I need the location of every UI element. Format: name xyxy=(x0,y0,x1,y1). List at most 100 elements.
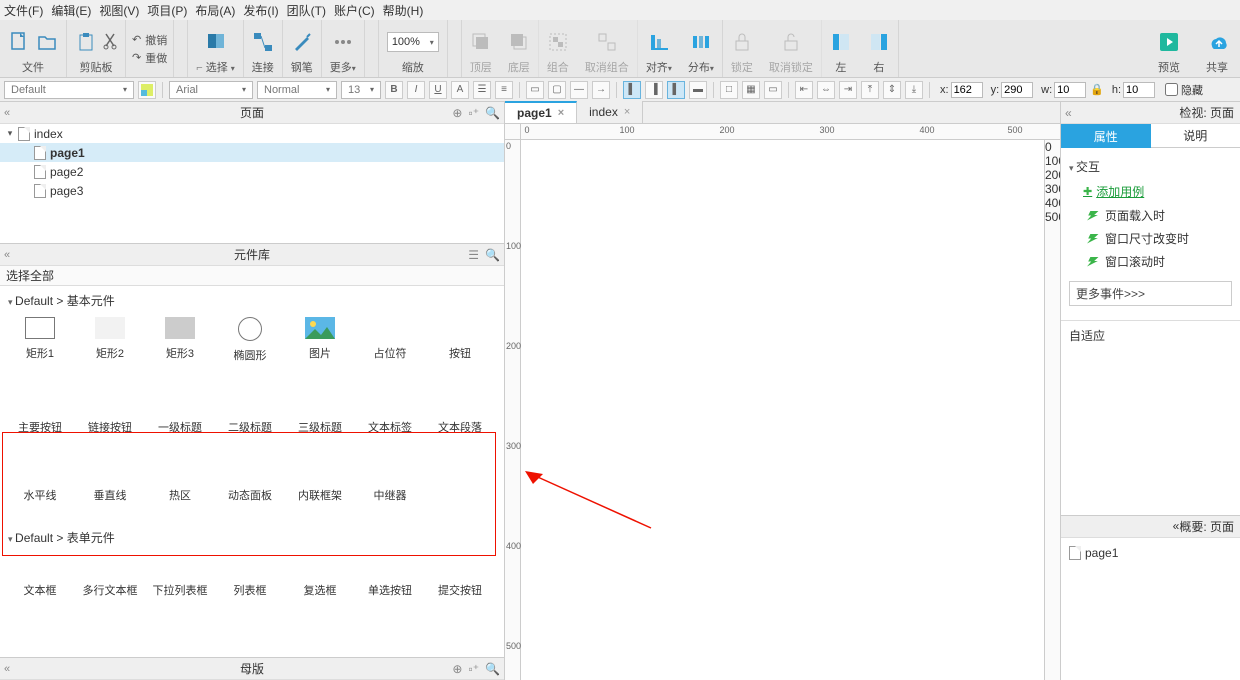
widget-hline[interactable]: 水平线 xyxy=(6,459,74,515)
font-dropdown[interactable]: Arial▾ xyxy=(169,81,253,99)
tool-unlock[interactable]: 取消锁定 xyxy=(761,20,822,77)
tool-right[interactable]: 右 xyxy=(860,20,899,77)
collapse-icon[interactable]: « xyxy=(1173,519,1180,533)
widget-h2[interactable]: 二级标题 xyxy=(216,391,284,447)
border-outer-button[interactable]: □ xyxy=(720,81,738,99)
y-input[interactable] xyxy=(1001,82,1033,98)
tool-clipboard[interactable]: 剪贴板 xyxy=(67,20,126,77)
bold-button[interactable]: B xyxy=(385,81,403,99)
tool-ungroup[interactable]: 取消组合 xyxy=(577,20,638,77)
widget-label[interactable]: 文本标签 xyxy=(356,391,424,447)
tool-connect[interactable]: 连接 xyxy=(244,20,283,77)
tree-root[interactable]: ▾index xyxy=(0,124,504,143)
size-dropdown[interactable]: 13▾ xyxy=(341,81,381,99)
collapse-icon[interactable]: « xyxy=(4,107,10,119)
tool-back[interactable]: 底层 xyxy=(500,20,539,77)
add-case-link[interactable]: 添加用例 xyxy=(1069,179,1232,204)
widget-ellipse[interactable]: 椭圆形 xyxy=(216,317,284,373)
outline-root[interactable]: page1 xyxy=(1069,544,1232,563)
collapse-icon[interactable]: « xyxy=(1065,106,1072,120)
widget-iframe[interactable]: 内联框架 xyxy=(286,459,354,515)
widget-h3[interactable]: 三级标题 xyxy=(286,391,354,447)
widget-checkbox[interactable]: 复选框 xyxy=(286,554,354,610)
widget-textfield[interactable]: 文本框 xyxy=(6,554,74,610)
valign-button[interactable]: ▬ xyxy=(689,81,707,99)
menu-project[interactable]: 项目(P) xyxy=(147,2,187,19)
border-inner-button[interactable]: ▦ xyxy=(742,81,760,99)
add-folder-icon[interactable]: ⊕ xyxy=(452,662,462,676)
italic-button[interactable]: I xyxy=(407,81,425,99)
tool-file[interactable]: 文件 xyxy=(0,20,67,77)
menu-view[interactable]: 视图(V) xyxy=(99,2,139,19)
widget-dynpanel[interactable]: 动态面板 xyxy=(216,459,284,515)
text-color-button[interactable]: A xyxy=(451,81,469,99)
valign-m-button[interactable]: ⇕ xyxy=(883,81,901,99)
add-master-icon[interactable]: ▫⁺ xyxy=(468,662,479,676)
menu-help[interactable]: 帮助(H) xyxy=(383,2,424,19)
widget-hotspot[interactable]: 热区 xyxy=(146,459,214,515)
tool-more[interactable]: 更多▾ xyxy=(322,20,365,77)
preview-button[interactable]: 预览 xyxy=(1150,20,1188,77)
add-page-icon[interactable]: ▫⁺ xyxy=(468,106,479,120)
tab-page1[interactable]: page1× xyxy=(505,101,577,123)
tree-page3[interactable]: page3 xyxy=(0,181,504,200)
tab-properties[interactable]: 属性 xyxy=(1061,124,1151,148)
tool-left[interactable]: 左 xyxy=(822,20,860,77)
widget-placeholder[interactable]: 占位符 xyxy=(356,317,424,373)
widget-dropdown[interactable]: 下拉列表框 xyxy=(146,554,214,610)
undo-button[interactable]: ↶撤销 xyxy=(132,32,167,48)
share-button[interactable]: 共享 xyxy=(1198,20,1236,77)
lib-category-basic[interactable]: Default > 基本元件 xyxy=(0,286,504,313)
widget-vline[interactable]: 垂直线 xyxy=(76,459,144,515)
menu-layout[interactable]: 布局(A) xyxy=(195,2,235,19)
adaptive-section[interactable]: 自适应 xyxy=(1061,320,1240,350)
widget-radio[interactable]: 单选按钮 xyxy=(356,554,424,610)
tool-select[interactable]: ⌐ 选择 ▾ xyxy=(188,20,244,77)
zoom-input[interactable]: 100%▾ xyxy=(387,32,439,52)
widget-repeater[interactable]: 中继器 xyxy=(356,459,424,515)
tree-page2[interactable]: page2 xyxy=(0,162,504,181)
hidden-checkbox[interactable]: 隐藏 xyxy=(1165,82,1203,98)
halign-r-button[interactable]: ⇥ xyxy=(839,81,857,99)
widget-rect2[interactable]: 矩形2 xyxy=(76,317,144,373)
valign-b-button[interactable]: ⤓ xyxy=(905,81,923,99)
h-input[interactable] xyxy=(1123,82,1155,98)
tree-page1[interactable]: page1 xyxy=(0,143,504,162)
arrow-button[interactable]: → xyxy=(592,81,610,99)
widget-submit[interactable]: 提交按钮 xyxy=(426,554,494,610)
halign-c-button[interactable]: ⇔ xyxy=(817,81,835,99)
tool-pen[interactable]: 钢笔 xyxy=(283,20,322,77)
tool-zoom[interactable]: 100%▾ 缩放 xyxy=(379,20,448,77)
menu-account[interactable]: 账户(C) xyxy=(334,2,375,19)
tool-lock[interactable]: 锁定 xyxy=(723,20,761,77)
widget-rect3[interactable]: 矩形3 xyxy=(146,317,214,373)
menu-file[interactable]: 文件(F) xyxy=(4,2,43,19)
widget-image[interactable]: 图片 xyxy=(286,317,354,373)
search-icon[interactable]: 🔍 xyxy=(485,106,500,120)
close-icon[interactable]: × xyxy=(624,106,630,118)
redo-button[interactable]: ↷重做 xyxy=(132,50,167,66)
collapse-icon[interactable]: « xyxy=(4,249,10,261)
close-icon[interactable]: × xyxy=(558,107,564,119)
event-page-load[interactable]: 页面载入时 xyxy=(1069,204,1232,227)
tool-group[interactable]: 组合 xyxy=(539,20,577,77)
align-left-button[interactable]: ▌ xyxy=(623,81,641,99)
tool-align[interactable]: 对齐▾ xyxy=(638,20,680,77)
underline-button[interactable]: U xyxy=(429,81,447,99)
style-dropdown[interactable]: Default▾ xyxy=(4,81,134,99)
widget-listbox[interactable]: 列表框 xyxy=(216,554,284,610)
lib-menu-icon[interactable]: ☰ xyxy=(468,248,479,262)
tool-front[interactable]: 顶层 xyxy=(462,20,500,77)
border-button[interactable]: ▢ xyxy=(548,81,566,99)
tab-index[interactable]: index× xyxy=(577,101,643,123)
widget-textarea[interactable]: 多行文本框 xyxy=(76,554,144,610)
widget-rect1[interactable]: 矩形1 xyxy=(6,317,74,373)
widget-paragraph[interactable]: 文本段落 xyxy=(426,391,494,447)
align-right-button[interactable]: ▌ xyxy=(667,81,685,99)
widget-link-btn[interactable]: 链接按钮 xyxy=(76,391,144,447)
line-style-button[interactable]: — xyxy=(570,81,588,99)
tab-notes[interactable]: 说明 xyxy=(1151,124,1240,148)
collapse-icon[interactable]: « xyxy=(4,663,10,675)
lib-category-form[interactable]: Default > 表单元件 xyxy=(0,523,504,550)
halign-l-button[interactable]: ⇤ xyxy=(795,81,813,99)
